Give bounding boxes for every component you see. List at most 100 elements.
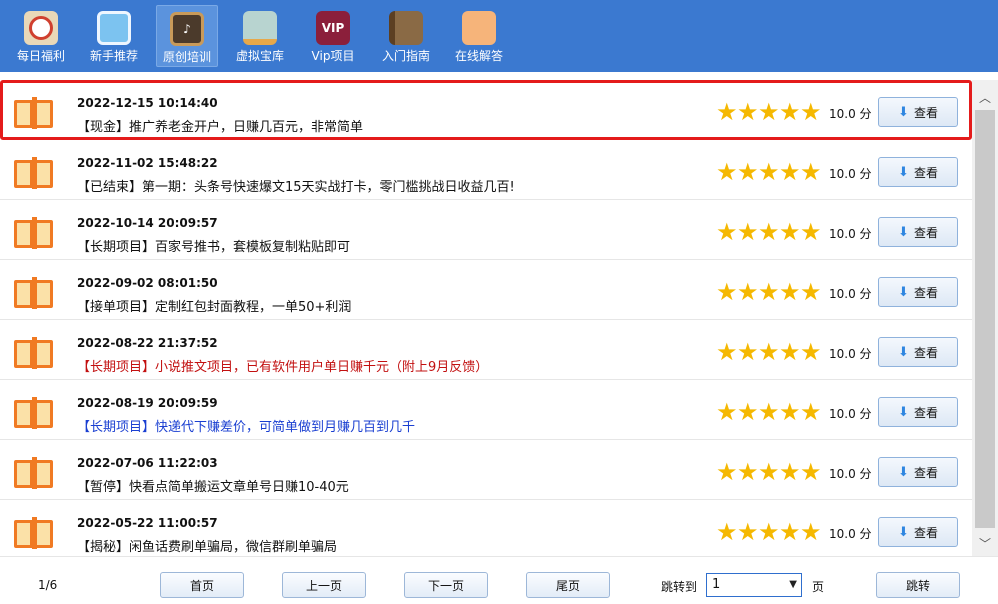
item-score: 10.0 分 xyxy=(829,107,872,121)
top-toolbar: 每日福利 新手推荐 ♪ 原创培训 虚拟宝库 VIP Vip项目 入门指南 在线解… xyxy=(0,0,998,72)
page-unit-label: 页 xyxy=(812,580,825,594)
toolbar-item-original-training[interactable]: ♪ 原创培训 xyxy=(156,5,218,67)
next-page-button[interactable]: 下一页 xyxy=(404,572,488,598)
rating-stars: ★ ★ ★ ★ ★ xyxy=(716,520,826,544)
list-item[interactable]: 2022-11-02 15:48:22 【已结束】第一期：头条号快速爆文15天实战… xyxy=(0,140,972,200)
list-item[interactable]: 2022-07-06 11:22:03 【暂停】快看点简单搬运文章单号日赚10-4… xyxy=(0,440,972,500)
list-item[interactable]: 2022-05-22 11:00:57 【揭秘】闲鱼话费刷单骗局，微信群刷单骗局 ★… xyxy=(0,500,972,556)
jump-button[interactable]: 跳转 xyxy=(876,572,960,598)
item-score: 10.0 分 xyxy=(829,407,872,421)
list-item[interactable]: 2022-08-22 21:37:52 【长期项目】小说推文项目，已有软件用户单日… xyxy=(0,320,972,380)
toolbar-item-label: 在线解答 xyxy=(454,49,503,63)
toolbar-item-label: 新手推荐 xyxy=(89,49,138,63)
first-page-button[interactable]: 首页 xyxy=(160,572,244,598)
star-icon: ★ xyxy=(758,278,780,306)
toolbar-item-vip-projects[interactable]: VIP Vip项目 xyxy=(302,5,364,67)
list-item[interactable]: 2022-09-02 08:01:50 【接单项目】定制红包封面教程，一单50+利… xyxy=(0,260,972,320)
view-button-label: 查看 xyxy=(913,105,938,120)
star-icon: ★ xyxy=(716,338,738,366)
toolbar-item-online-help[interactable]: 在线解答 xyxy=(448,5,510,67)
rating-stars: ★ ★ ★ ★ ★ xyxy=(716,220,826,244)
star-icon: ★ xyxy=(737,158,759,186)
star-icon: ★ xyxy=(716,218,738,246)
list-item[interactable]: 2022-08-19 20:09:59 【长期项目】快递代下赚差价，可简单做到月赚… xyxy=(0,380,972,440)
toolbar-item-virtual-vault[interactable]: 虚拟宝库 xyxy=(229,5,291,67)
star-icon: ★ xyxy=(800,398,822,426)
toolbar-item-newbie-picks[interactable]: 新手推荐 xyxy=(83,5,145,67)
star-icon: ★ xyxy=(737,278,759,306)
toolbar-item-label: 虚拟宝库 xyxy=(235,49,284,63)
star-icon: ★ xyxy=(800,98,822,126)
page-select[interactable]: 1 ▼ xyxy=(706,573,802,597)
download-arrow-icon: ⬇ xyxy=(898,104,909,120)
last-page-button[interactable]: 尾页 xyxy=(526,572,610,598)
toolbar-item-daily-benefits[interactable]: 每日福利 xyxy=(10,5,72,67)
item-date: 2022-11-02 15:48:22 xyxy=(77,156,218,170)
item-score: 10.0 分 xyxy=(829,167,872,181)
view-button[interactable]: ⬇ 查看 xyxy=(878,397,958,427)
prev-page-button[interactable]: 上一页 xyxy=(282,572,366,598)
item-date: 2022-08-19 20:09:59 xyxy=(77,396,218,410)
view-button[interactable]: ⬇ 查看 xyxy=(878,277,958,307)
view-button[interactable]: ⬇ 查看 xyxy=(878,517,958,547)
item-title[interactable]: 【长期项目】小说推文项目，已有软件用户单日赚千元（附上9月反馈） xyxy=(77,356,488,375)
list-item[interactable]: 2022-10-14 20:09:57 【长期项目】百家号推书，套模板复制粘贴即可… xyxy=(0,200,972,260)
download-arrow-icon: ⬇ xyxy=(898,404,909,420)
view-button[interactable]: ⬇ 查看 xyxy=(878,97,958,127)
scroll-up-arrow-icon[interactable]: ︿ xyxy=(972,86,998,108)
rating-stars: ★ ★ ★ ★ ★ xyxy=(716,280,826,304)
open-book-icon xyxy=(14,336,56,370)
item-title[interactable]: 【暂停】快看点简单搬运文章单号日赚10-40元 xyxy=(77,476,349,495)
open-book-icon xyxy=(14,156,56,190)
item-title[interactable]: 【长期项目】快递代下赚差价，可简单做到月赚几百到几千 xyxy=(77,416,415,435)
toolbar-item-label: 原创培训 xyxy=(162,50,211,64)
item-title[interactable]: 【接单项目】定制红包封面教程，一单50+利润 xyxy=(77,296,351,315)
item-date: 2022-10-14 20:09:57 xyxy=(77,216,218,230)
download-arrow-icon: ⬇ xyxy=(898,164,909,180)
star-icon: ★ xyxy=(779,218,801,246)
item-score: 10.0 分 xyxy=(829,467,872,481)
scrollbar-thumb[interactable] xyxy=(975,110,995,528)
download-arrow-icon: ⬇ xyxy=(898,284,909,300)
star-icon: ★ xyxy=(758,518,780,546)
star-icon: ★ xyxy=(716,278,738,306)
book-icon xyxy=(389,11,423,45)
view-button[interactable]: ⬇ 查看 xyxy=(878,337,958,367)
toolbar-item-label: Vip项目 xyxy=(311,49,355,63)
rating-stars: ★ ★ ★ ★ ★ xyxy=(716,400,826,424)
item-title[interactable]: 【长期项目】百家号推书，套模板复制粘贴即可 xyxy=(77,236,350,255)
scroll-down-arrow-icon[interactable]: ﹀ xyxy=(972,532,998,554)
item-title[interactable]: 【揭秘】闲鱼话费刷单骗局，微信群刷单骗局 xyxy=(77,536,337,555)
open-book-icon xyxy=(14,276,56,310)
list-item[interactable]: 2022-12-15 10:14:40 【现金】推广养老金开户，日赚几百元，非常简… xyxy=(0,80,972,140)
view-button-label: 查看 xyxy=(913,525,938,540)
jump-to-label: 跳转到 xyxy=(661,580,698,594)
view-button[interactable]: ⬇ 查看 xyxy=(878,217,958,247)
rating-stars: ★ ★ ★ ★ ★ xyxy=(716,460,826,484)
item-date: 2022-07-06 11:22:03 xyxy=(77,456,218,470)
view-button[interactable]: ⬇ 查看 xyxy=(878,457,958,487)
computer-icon xyxy=(97,11,131,45)
toolbar-item-getting-started[interactable]: 入门指南 xyxy=(375,5,437,67)
item-title[interactable]: 【现金】推广养老金开户，日赚几百元，非常简单 xyxy=(77,116,363,135)
star-icon: ★ xyxy=(716,158,738,186)
star-icon: ★ xyxy=(716,518,738,546)
star-icon: ★ xyxy=(716,98,738,126)
star-icon: ★ xyxy=(800,458,822,486)
blackboard-icon: ♪ xyxy=(170,12,204,46)
star-icon: ★ xyxy=(800,278,822,306)
page-select-value: 1 xyxy=(712,577,721,592)
star-icon: ★ xyxy=(758,158,780,186)
toolbar-item-label: 每日福利 xyxy=(16,49,65,63)
star-icon: ★ xyxy=(716,398,738,426)
star-icon: ★ xyxy=(737,518,759,546)
pagination-bar: 1/6 首页 上一页 下一页 尾页 跳转到 1 ▼ 页 跳转 xyxy=(0,556,998,604)
item-title[interactable]: 【已结束】第一期：头条号快速爆文15天实战打卡，零门槛挑战日收益几百! xyxy=(77,176,515,195)
star-icon: ★ xyxy=(758,398,780,426)
vertical-scrollbar[interactable]: ︿ ﹀ xyxy=(972,80,998,556)
view-button-label: 查看 xyxy=(913,405,938,420)
view-button[interactable]: ⬇ 查看 xyxy=(878,157,958,187)
support-girl-icon xyxy=(462,11,496,45)
star-icon: ★ xyxy=(779,458,801,486)
page-indicator: 1/6 xyxy=(38,578,58,592)
